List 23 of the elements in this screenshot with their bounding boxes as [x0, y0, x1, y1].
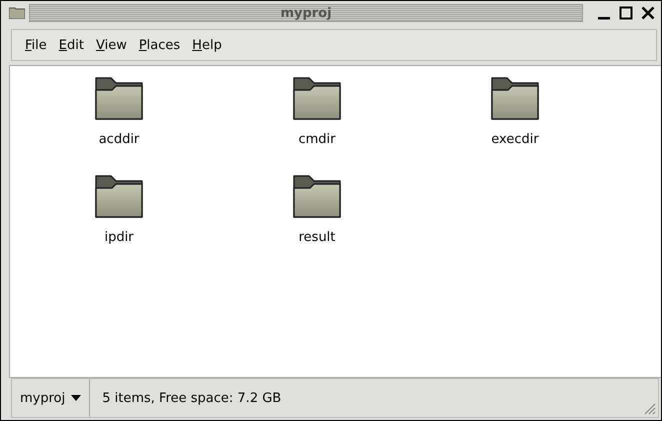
- menu-item[interactable]: Help: [187, 36, 227, 54]
- folder-item[interactable]: acddir: [69, 74, 169, 172]
- folder-item[interactable]: cmdir: [267, 74, 367, 172]
- status-text: 5 items, Free space: 7.2 GB: [101, 390, 282, 406]
- folder-name: ipdir: [104, 230, 134, 245]
- close-icon[interactable]: [641, 6, 655, 20]
- folder-item[interactable]: ipdir: [69, 172, 169, 270]
- folder-name: cmdir: [298, 132, 336, 147]
- folder-item[interactable]: result: [267, 172, 367, 270]
- menu-item[interactable]: File: [20, 36, 52, 54]
- folder-name: result: [298, 230, 336, 245]
- folder-icon: [9, 7, 25, 19]
- caret-icon: [71, 395, 82, 401]
- folder-name: acddir: [98, 132, 140, 147]
- menu-item[interactable]: Edit: [54, 36, 89, 54]
- resize-grip-icon[interactable]: [642, 401, 656, 415]
- folder-item[interactable]: execdir: [465, 74, 565, 172]
- maximize-icon[interactable]: [619, 6, 633, 20]
- menu-item[interactable]: View: [90, 36, 132, 54]
- location-dropdown[interactable]: myproj: [12, 379, 90, 417]
- menu-item[interactable]: Places: [134, 36, 186, 54]
- window-title: myproj: [280, 6, 332, 20]
- folder-name: execdir: [491, 132, 539, 147]
